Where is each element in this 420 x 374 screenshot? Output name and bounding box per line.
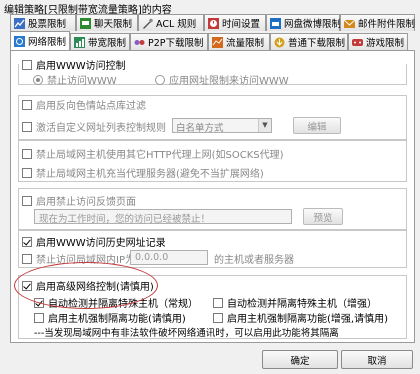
- tab-label: P2P下载限制: [148, 38, 204, 49]
- tab-stock-limit[interactable]: 股票限制: [10, 14, 76, 31]
- list-mode-select[interactable]: 白名单方式 ▼: [172, 118, 272, 134]
- auto-detect-normal-label: 自动检测并隔离特殊主机（常规）: [48, 299, 198, 310]
- list-mode-value: 白名单方式: [176, 123, 224, 134]
- www-control-label: 启用WWW访问控制: [36, 61, 126, 72]
- force-isolate-enhanced-row[interactable]: 启用主机强制隔离功能(增强,请慎用): [213, 310, 388, 325]
- acl-icon: [142, 18, 153, 29]
- radio-label: 禁止访问WWW: [47, 76, 117, 87]
- custom-url-rule-row[interactable]: 激活自定义网址列表控制规则: [22, 119, 166, 134]
- auto-detect-enhanced-checkbox[interactable]: [213, 297, 223, 308]
- reverse-porn-filter-row[interactable]: 启用反向色情站点库过滤: [22, 97, 146, 112]
- clock-icon: [208, 17, 219, 29]
- tab-label: 时间设置: [222, 19, 261, 30]
- auto-detect-enhanced-label: 自动检测并隔离特殊主机（增强）: [227, 299, 377, 310]
- bandwidth-icon: [74, 36, 85, 48]
- tab-label: 股票限制: [28, 19, 67, 30]
- ok-button[interactable]: 确定: [262, 350, 338, 369]
- chat-icon: [80, 17, 91, 29]
- tab-row-bottom: 网络限制 带宽限制 P2P下载限制 流量限制 普通下载限制 游戏限制: [10, 31, 408, 50]
- force-isolate-normal-row[interactable]: 启用主机强制隔离功能(请慎用): [34, 310, 186, 325]
- tab-label: 网络限制: [28, 37, 67, 48]
- lan-ip-input[interactable]: 0.0.0.0: [130, 250, 208, 265]
- cloud-disk-icon: [270, 17, 281, 29]
- advanced-note: ---当发现局域网中有非法软件破坏网络通讯时，可以启用此功能将其隔离: [34, 328, 339, 339]
- tab-time-settings[interactable]: 时间设置: [204, 14, 266, 31]
- edit-button[interactable]: 编辑: [293, 117, 341, 134]
- tab-label: ACL 规则: [156, 19, 197, 30]
- tab-cloud-weibo-limit[interactable]: 网盘微博限制: [266, 14, 342, 31]
- force-isolate-normal-label: 启用主机强制隔离功能(请慎用): [48, 314, 186, 325]
- custom-url-rule-checkbox[interactable]: [22, 121, 32, 132]
- feedback-page-row[interactable]: 启用禁止访问反馈页面: [22, 193, 136, 208]
- feedback-page-checkbox[interactable]: [22, 195, 32, 206]
- radio-allow-with-url-limit[interactable]: 应用网址限制来访问WWW: [155, 72, 289, 87]
- auto-detect-normal-checkbox[interactable]: [34, 297, 44, 308]
- reverse-porn-filter-label: 启用反向色情站点库过滤: [36, 101, 146, 112]
- force-isolate-enhanced-label: 启用主机强制隔离功能(增强,请慎用): [227, 314, 388, 325]
- history-record-row[interactable]: 启用WWW访问历史网址记录: [22, 234, 166, 249]
- network-icon: [14, 35, 25, 47]
- custom-url-rule-label: 激活自定义网址列表控制规则: [36, 123, 166, 134]
- tab-label: 带宽限制: [88, 38, 127, 49]
- forbid-http-proxy-row[interactable]: 禁止局域网主机使用其它HTTP代理上网(如SOCKS代理): [22, 146, 284, 161]
- tab-network-limit[interactable]: 网络限制: [10, 31, 70, 50]
- mail-icon: [343, 18, 356, 29]
- forbid-lan-ip-checkbox[interactable]: [22, 253, 32, 264]
- history-record-checkbox[interactable]: [22, 236, 32, 247]
- tab-row-top: 股票限制 聊天限制 ACL 规则 时间设置 网盘微博限制 邮件附件限制: [10, 14, 415, 31]
- traffic-icon: [212, 36, 223, 48]
- advanced-control-row[interactable]: 启用高级网络控制(请慎用): [22, 278, 154, 293]
- game-icon: [352, 37, 363, 48]
- tab-game-limit[interactable]: 游戏限制: [348, 33, 408, 50]
- radio-forbid-www[interactable]: 禁止访问WWW: [33, 72, 117, 87]
- force-isolate-enhanced-checkbox[interactable]: [213, 312, 223, 323]
- advanced-control-checkbox[interactable]: [22, 280, 32, 291]
- history-record-label: 启用WWW访问历史网址记录: [36, 238, 166, 249]
- forbid-http-proxy-checkbox[interactable]: [22, 148, 32, 159]
- feedback-message-input[interactable]: 现在为工作时间，您的访问已经被禁止！: [34, 209, 292, 224]
- forbid-http-proxy-label: 禁止局域网主机使用其它HTTP代理上网(如SOCKS代理): [36, 150, 284, 161]
- tab-bandwidth-limit[interactable]: 带宽限制: [70, 33, 130, 50]
- forbid-lan-ip-row[interactable]: 禁止访问局域网内IP为: [22, 251, 135, 266]
- forbid-act-as-proxy-label: 禁止局域网主机充当代理服务器(避免不当扩展网络): [36, 169, 264, 180]
- tab-label: 游戏限制: [366, 38, 405, 49]
- radio-button[interactable]: [33, 74, 43, 85]
- tab-label: 普通下载限制: [288, 38, 346, 49]
- preview-button[interactable]: 预览: [303, 208, 343, 225]
- tab-chat-limit[interactable]: 聊天限制: [76, 14, 138, 31]
- p2p-icon: [134, 37, 145, 48]
- cancel-button[interactable]: 取消: [341, 350, 413, 369]
- tab-traffic-limit[interactable]: 流量限制: [208, 33, 270, 50]
- tab-label: 流量限制: [226, 38, 265, 49]
- tab-label: 邮件附件限制: [358, 19, 416, 30]
- download-icon: [274, 37, 285, 48]
- forbid-act-as-proxy-row[interactable]: 禁止局域网主机充当代理服务器(避免不当扩展网络): [22, 165, 264, 180]
- tab-normal-download-limit[interactable]: 普通下载限制: [270, 33, 348, 50]
- auto-detect-enhanced-row[interactable]: 自动检测并隔离特殊主机（增强）: [213, 295, 377, 310]
- feedback-page-label: 启用禁止访问反馈页面: [36, 197, 136, 208]
- force-isolate-normal-checkbox[interactable]: [34, 312, 44, 323]
- tab-p2p-download-limit[interactable]: P2P下载限制: [130, 33, 208, 50]
- tab-label: 网盘微博限制: [284, 19, 342, 30]
- tab-label: 聊天限制: [94, 19, 133, 30]
- forbid-act-as-proxy-checkbox[interactable]: [22, 167, 32, 178]
- tab-acl-rules[interactable]: ACL 规则: [138, 14, 204, 31]
- radio-button[interactable]: [155, 74, 165, 85]
- advanced-control-label: 启用高级网络控制(请慎用): [36, 282, 154, 293]
- www-control-row[interactable]: 启用WWW访问控制: [22, 57, 126, 72]
- stock-icon: [14, 17, 25, 29]
- auto-detect-normal-row[interactable]: 自动检测并隔离特殊主机（常规）: [34, 295, 198, 310]
- forbid-lan-ip-label: 禁止访问局域网内IP为: [36, 255, 135, 266]
- www-control-checkbox[interactable]: [22, 59, 32, 70]
- radio-label: 应用网址限制来访问WWW: [169, 76, 289, 87]
- reverse-porn-filter-checkbox[interactable]: [22, 99, 32, 110]
- chevron-down-icon: ▼: [258, 119, 271, 132]
- tab-mail-attachment-limit[interactable]: 邮件附件限制: [340, 14, 415, 31]
- lan-ip-suffix: 的主机或者服务器: [214, 255, 294, 266]
